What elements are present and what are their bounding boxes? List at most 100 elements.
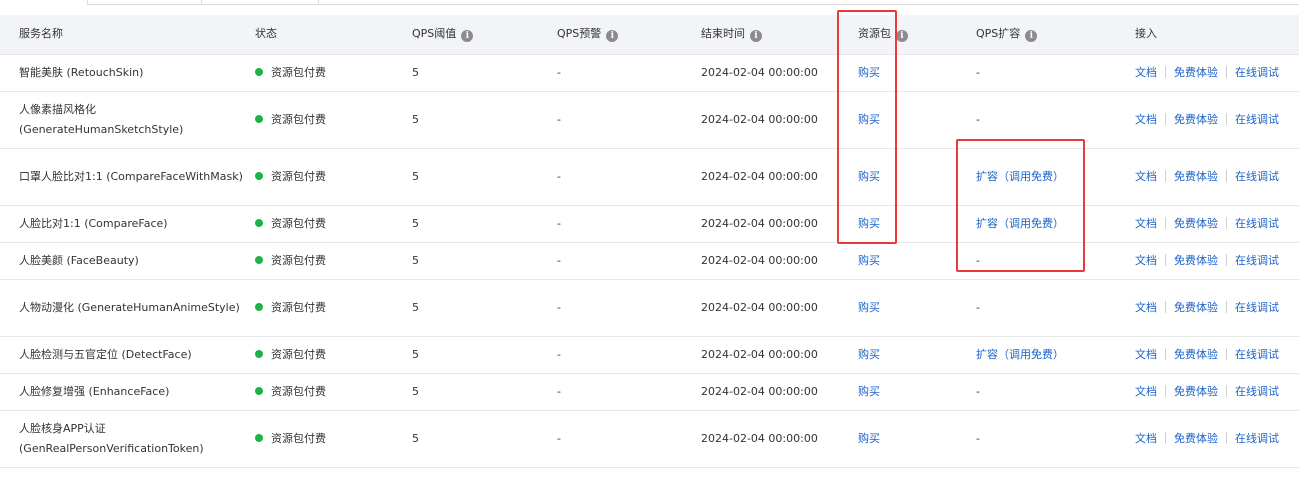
end-time-value: 2024-02-04 00:00:00 <box>701 91 858 149</box>
status-dot-icon <box>255 114 263 123</box>
access-cell: 文档 免费体验 在线调试 <box>1135 410 1299 468</box>
buy-link[interactable]: 购买 <box>858 432 880 445</box>
free-trial-link[interactable]: 免费体验 <box>1174 170 1218 183</box>
online-debug-link[interactable]: 在线调试 <box>1235 348 1279 361</box>
online-debug-link[interactable]: 在线调试 <box>1235 217 1279 230</box>
link-divider <box>1165 347 1166 360</box>
qps-alert-value: - <box>557 54 701 92</box>
free-trial-link[interactable]: 免费体验 <box>1174 385 1218 398</box>
buy-link[interactable]: 购买 <box>858 113 880 126</box>
buy-link[interactable]: 购买 <box>858 217 880 230</box>
col-header-access: 接入 <box>1135 15 1299 55</box>
docs-link[interactable]: 文档 <box>1135 432 1157 445</box>
qps-threshold-value: 5 <box>412 242 557 280</box>
qps-expand-cell: - <box>976 91 1135 149</box>
docs-link[interactable]: 文档 <box>1135 254 1157 267</box>
link-divider <box>1226 112 1227 125</box>
docs-link[interactable]: 文档 <box>1135 385 1157 398</box>
free-trial-link[interactable]: 免费体验 <box>1174 432 1218 445</box>
docs-link[interactable]: 文档 <box>1135 301 1157 314</box>
status-cell: 资源包付费 <box>255 336 412 374</box>
status-dot-icon <box>255 255 263 264</box>
docs-link[interactable]: 文档 <box>1135 170 1157 183</box>
col-header-end-time: 结束时间 i <box>701 15 858 55</box>
end-time-value: 2024-02-04 00:00:00 <box>701 279 858 337</box>
qps-alert-value: - <box>557 279 701 337</box>
online-debug-link[interactable]: 在线调试 <box>1235 301 1279 314</box>
table-header: 服务名称 状态 QPS阈值 i QPS预警 i 结束时间 i 资源包 i QPS扩容 i … <box>0 15 1299 55</box>
tab-2[interactable] <box>88 0 202 5</box>
info-icon[interactable]: i <box>461 30 474 43</box>
end-time-value: 2024-02-04 00:00:00 <box>701 373 858 411</box>
info-icon[interactable]: i <box>896 30 908 43</box>
expand-link[interactable]: 扩容（调用免费） <box>976 170 1064 183</box>
qps-alert-value: - <box>557 91 701 149</box>
qps-threshold-value: 5 <box>412 410 557 468</box>
docs-link[interactable]: 文档 <box>1135 113 1157 126</box>
qps-alert-value: - <box>557 205 701 243</box>
expand-link[interactable]: 扩容（调用免费） <box>976 217 1064 230</box>
resource-pack-cell: 购买 <box>858 148 976 206</box>
resource-pack-cell: 购买 <box>858 205 976 243</box>
free-trial-link[interactable]: 免费体验 <box>1174 66 1218 79</box>
online-debug-link[interactable]: 在线调试 <box>1235 432 1279 445</box>
info-icon[interactable]: i <box>606 30 619 43</box>
qps-alert-value: - <box>557 410 701 468</box>
docs-link[interactable]: 文档 <box>1135 217 1157 230</box>
qps-expand-cell: 扩容（调用免费） <box>976 336 1135 374</box>
link-divider <box>1226 253 1227 266</box>
service-name: 人脸检测与五官定位 (DetectFace) <box>0 336 255 374</box>
online-debug-link[interactable]: 在线调试 <box>1235 66 1279 79</box>
qps-expand-cell: - <box>976 242 1135 280</box>
online-debug-link[interactable]: 在线调试 <box>1235 254 1279 267</box>
online-debug-link[interactable]: 在线调试 <box>1235 170 1279 183</box>
qps-expand-cell: 扩容（调用免费） <box>976 148 1135 206</box>
expand-link[interactable]: 扩容（调用免费） <box>976 348 1064 361</box>
buy-link[interactable]: 购买 <box>858 385 880 398</box>
link-divider <box>1165 65 1166 78</box>
online-debug-link[interactable]: 在线调试 <box>1235 113 1279 126</box>
buy-link[interactable]: 购买 <box>858 66 880 79</box>
service-name: 人像素描风格化 (GenerateHumanSketchStyle) <box>0 91 255 149</box>
docs-link[interactable]: 文档 <box>1135 66 1157 79</box>
link-divider <box>1165 112 1166 125</box>
resource-pack-cell: 购买 <box>858 91 976 149</box>
access-cell: 文档 免费体验 在线调试 <box>1135 336 1299 374</box>
service-name: 人物动漫化 (GenerateHumanAnimeStyle) <box>0 279 255 337</box>
info-icon[interactable]: i <box>750 30 762 43</box>
table-row: 人像素描风格化 (GenerateHumanSketchStyle) 资源包付费 5… <box>0 91 1299 149</box>
col-header-qps-threshold: QPS阈值 i <box>412 15 557 55</box>
end-time-value: 2024-02-04 00:00:00 <box>701 148 858 206</box>
qps-expand-cell: - <box>976 54 1135 92</box>
info-icon[interactable]: i <box>1025 30 1038 43</box>
free-trial-link[interactable]: 免费体验 <box>1174 217 1218 230</box>
qps-expand-cell: - <box>976 279 1135 337</box>
qps-threshold-value: 5 <box>412 205 557 243</box>
tab-1[interactable] <box>0 0 88 5</box>
qps-expand-cell: - <box>976 410 1135 468</box>
status-badge: 资源包付费 <box>271 431 326 445</box>
docs-link[interactable]: 文档 <box>1135 348 1157 361</box>
tab-3[interactable] <box>202 0 319 5</box>
table-row: 人脸检测与五官定位 (DetectFace) 资源包付费 5-2024-02-04 … <box>0 336 1299 374</box>
service-name: 口罩人脸比对1:1 (CompareFaceWithMask) <box>0 148 255 206</box>
free-trial-link[interactable]: 免费体验 <box>1174 348 1218 361</box>
free-trial-link[interactable]: 免费体验 <box>1174 254 1218 267</box>
free-trial-link[interactable]: 免费体验 <box>1174 301 1218 314</box>
status-cell: 资源包付费 <box>255 279 412 337</box>
status-dot-icon <box>255 218 263 227</box>
access-cell: 文档 免费体验 在线调试 <box>1135 205 1299 243</box>
buy-link[interactable]: 购买 <box>858 301 880 314</box>
buy-link[interactable]: 购买 <box>858 348 880 361</box>
table-row: 人物动漫化 (GenerateHumanAnimeStyle) 资源包付费 5-20… <box>0 279 1299 337</box>
buy-link[interactable]: 购买 <box>858 254 880 267</box>
free-trial-link[interactable]: 免费体验 <box>1174 113 1218 126</box>
link-divider <box>1165 431 1166 444</box>
qps-expand-value: - <box>976 253 980 267</box>
access-cell: 文档 免费体验 在线调试 <box>1135 242 1299 280</box>
online-debug-link[interactable]: 在线调试 <box>1235 385 1279 398</box>
qps-expand-value: - <box>976 65 980 79</box>
status-badge: 资源包付费 <box>271 347 326 361</box>
buy-link[interactable]: 购买 <box>858 170 880 183</box>
status-cell: 资源包付费 <box>255 54 412 92</box>
